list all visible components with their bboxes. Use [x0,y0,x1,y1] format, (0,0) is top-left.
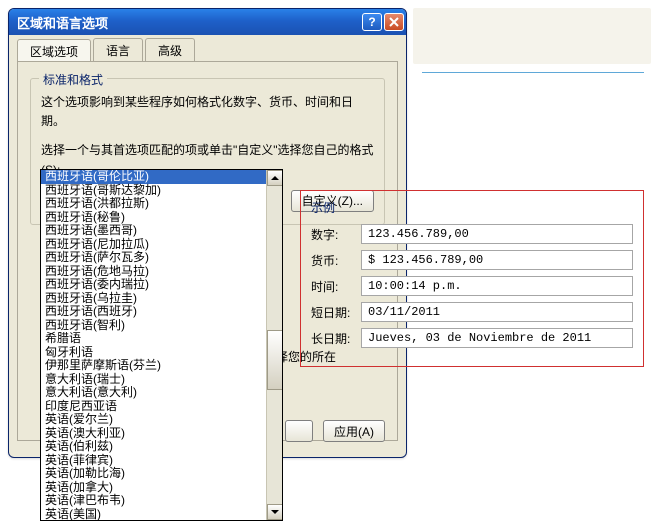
scroll-up-button[interactable] [267,170,283,186]
dropdown-item[interactable]: 英语(澳大利亚) [41,427,282,441]
tab-regional[interactable]: 区域选项 [17,39,91,62]
close-button[interactable] [384,13,404,31]
dropdown-item[interactable]: 英语(加拿大) [41,481,282,495]
dropdown-item[interactable]: 西班牙语(智利) [41,319,282,333]
background-panel [413,8,651,64]
dropdown-item[interactable]: 匈牙利语 [41,346,282,360]
dropdown-item[interactable]: 英语(爱尔兰) [41,413,282,427]
dropdown-item[interactable]: 西班牙语(尼加拉瓜) [41,238,282,252]
dialog-buttons: 应用(A) [285,420,385,442]
examples-highlight: 示例 数字: 123.456.789,00 货币: $ 123.456.789,… [300,190,644,367]
location-label-fragment: 择您的所在 [276,348,336,365]
dropdown-item[interactable]: 西班牙语(哥伦比亚) [41,170,282,184]
tab-languages[interactable]: 语言 [93,38,143,61]
scroll-down-button[interactable] [267,504,283,520]
example-longdate-value: Jueves, 03 de Noviembre de 2011 [361,328,633,348]
ok-or-cancel-button[interactable] [285,420,313,442]
dropdown-item[interactable]: 伊那里萨摩斯语(芬兰) [41,359,282,373]
example-shortdate-label: 短日期: [311,304,361,321]
dropdown-item[interactable]: 西班牙语(洪都拉斯) [41,197,282,211]
apply-button[interactable]: 应用(A) [323,420,385,442]
dropdown-item[interactable]: 西班牙语(西班牙) [41,305,282,319]
dropdown-item[interactable]: 英语(加勒比海) [41,467,282,481]
dropdown-item[interactable]: 英语(津巴布韦) [41,494,282,508]
dropdown-item[interactable]: 西班牙语(萨尔瓦多) [41,251,282,265]
examples-legend: 示例 [311,199,633,216]
example-currency-value: $ 123.456.789,00 [361,250,633,270]
dropdown-item[interactable]: 西班牙语(危地马拉) [41,265,282,279]
dropdown-item[interactable]: 西班牙语(乌拉圭) [41,292,282,306]
example-shortdate-value: 03/11/2011 [361,302,633,322]
dropdown-item[interactable]: 英语(伯利兹) [41,440,282,454]
example-longdate-label: 长日期: [311,330,361,347]
help-button[interactable]: ? [362,13,382,31]
titlebar: 区域和语言选项 ? [9,9,406,35]
dropdown-item[interactable]: 英语(美国) [41,508,282,521]
dropdown-item[interactable]: 印度尼西亚语 [41,400,282,414]
dropdown-item[interactable]: 希腊语 [41,332,282,346]
dropdown-item[interactable]: 西班牙语(哥斯达黎加) [41,184,282,198]
example-time-value: 10:00:14 p.m. [361,276,633,296]
scroll-thumb[interactable] [267,330,283,390]
tab-strip: 区域选项 语言 高级 [9,35,406,61]
dropdown-item[interactable]: 意大利语(瑞士) [41,373,282,387]
tab-advanced[interactable]: 高级 [145,38,195,61]
background-divider [422,72,644,73]
example-number-label: 数字: [311,226,361,243]
apply-button-label: 应用(A) [334,423,374,440]
dropdown-scrollbar[interactable] [266,170,282,520]
example-time-label: 时间: [311,278,361,295]
dropdown-item[interactable]: 英语(菲律宾) [41,454,282,468]
dropdown-item[interactable]: 意大利语(意大利) [41,386,282,400]
dropdown-item[interactable]: 西班牙语(秘鲁) [41,211,282,225]
example-currency-label: 货币: [311,252,361,269]
window-title: 区域和语言选项 [17,13,360,32]
example-number-value: 123.456.789,00 [361,224,633,244]
formats-legend: 标准和格式 [39,71,107,88]
formats-description: 这个选项影响到某些程序如何格式化数字、货币、时间和日期。 [41,93,374,131]
dropdown-item[interactable]: 西班牙语(墨西哥) [41,224,282,238]
dropdown-item[interactable]: 西班牙语(委内瑞拉) [41,278,282,292]
locale-dropdown-list[interactable]: 西班牙语(哥伦比亚)西班牙语(哥斯达黎加)西班牙语(洪都拉斯)西班牙语(秘鲁)西… [40,169,283,521]
